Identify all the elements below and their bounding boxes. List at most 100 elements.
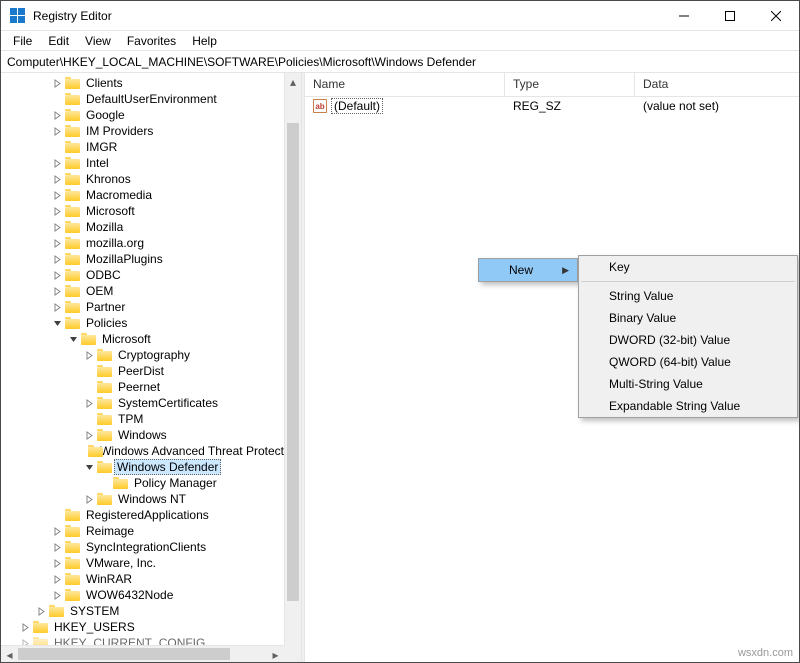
- column-name[interactable]: Name: [305, 73, 505, 96]
- tree-item[interactable]: SystemCertificates: [1, 395, 301, 411]
- tree-item[interactable]: DefaultUserEnvironment: [1, 91, 301, 107]
- expander-spacer: [97, 475, 113, 491]
- tree-item[interactable]: SYSTEM: [1, 603, 301, 619]
- tree-item[interactable]: ODBC: [1, 267, 301, 283]
- chevron-right-icon[interactable]: [17, 619, 33, 635]
- tree-item[interactable]: Google: [1, 107, 301, 123]
- folder-icon: [65, 92, 81, 106]
- tree-scrollbar-h[interactable]: ◂ ▸: [1, 645, 284, 662]
- scroll-up-icon[interactable]: ▴: [285, 73, 301, 90]
- context-sub-string[interactable]: String Value: [579, 285, 797, 307]
- folder-icon: [65, 316, 81, 330]
- chevron-right-icon[interactable]: [33, 603, 49, 619]
- context-sub-expandable[interactable]: Expandable String Value: [579, 395, 797, 417]
- tree-item[interactable]: Macromedia: [1, 187, 301, 203]
- chevron-right-icon[interactable]: [49, 75, 65, 91]
- window-title: Registry Editor: [33, 9, 661, 23]
- chevron-right-icon[interactable]: [49, 107, 65, 123]
- tree-item[interactable]: Clients: [1, 75, 301, 91]
- context-sub-dword[interactable]: DWORD (32-bit) Value: [579, 329, 797, 351]
- folder-icon: [65, 124, 81, 138]
- chevron-right-icon[interactable]: [81, 427, 97, 443]
- tree-item[interactable]: HKEY_USERS: [1, 619, 301, 635]
- context-sub-binary[interactable]: Binary Value: [579, 307, 797, 329]
- tree-item[interactable]: Windows Advanced Threat Protection: [1, 443, 301, 459]
- context-menu[interactable]: New ▶: [478, 258, 578, 282]
- list-row[interactable]: ab (Default) REG_SZ (value not set): [305, 97, 799, 115]
- menu-edit[interactable]: Edit: [40, 32, 77, 50]
- list-pane[interactable]: Name Type Data ab (Default) REG_SZ (valu…: [305, 73, 799, 662]
- tree-item[interactable]: Microsoft: [1, 331, 301, 347]
- context-submenu[interactable]: Key String Value Binary Value DWORD (32-…: [578, 255, 798, 418]
- tree-item[interactable]: Reimage: [1, 523, 301, 539]
- tree-item[interactable]: Partner: [1, 299, 301, 315]
- tree-item[interactable]: VMware, Inc.: [1, 555, 301, 571]
- tree-item[interactable]: Windows: [1, 427, 301, 443]
- chevron-right-icon[interactable]: [49, 171, 65, 187]
- tree-item[interactable]: PeerDist: [1, 363, 301, 379]
- tree-item[interactable]: WinRAR: [1, 571, 301, 587]
- tree-item[interactable]: Peernet: [1, 379, 301, 395]
- chevron-right-icon[interactable]: [49, 283, 65, 299]
- menu-help[interactable]: Help: [184, 32, 225, 50]
- chevron-right-icon[interactable]: [49, 187, 65, 203]
- menu-view[interactable]: View: [77, 32, 119, 50]
- tree-item[interactable]: Policies: [1, 315, 301, 331]
- tree-item[interactable]: RegisteredApplications: [1, 507, 301, 523]
- chevron-right-icon[interactable]: [49, 523, 65, 539]
- tree-item[interactable]: MozillaPlugins: [1, 251, 301, 267]
- menu-favorites[interactable]: Favorites: [119, 32, 184, 50]
- chevron-right-icon[interactable]: [49, 587, 65, 603]
- expander-spacer: [49, 91, 65, 107]
- chevron-right-icon[interactable]: [49, 299, 65, 315]
- tree-item[interactable]: WOW6432Node: [1, 587, 301, 603]
- chevron-right-icon[interactable]: [49, 155, 65, 171]
- context-sub-qword[interactable]: QWORD (64-bit) Value: [579, 351, 797, 373]
- context-new[interactable]: New ▶: [479, 259, 577, 281]
- chevron-right-icon[interactable]: [81, 491, 97, 507]
- tree-item-label: SyncIntegrationClients: [85, 540, 207, 554]
- chevron-right-icon[interactable]: [49, 203, 65, 219]
- tree-item[interactable]: Intel: [1, 155, 301, 171]
- chevron-right-icon[interactable]: [49, 251, 65, 267]
- chevron-right-icon[interactable]: [49, 123, 65, 139]
- chevron-right-icon[interactable]: [49, 235, 65, 251]
- tree-item[interactable]: TPM: [1, 411, 301, 427]
- tree-item[interactable]: IMGR: [1, 139, 301, 155]
- tree-item[interactable]: OEM: [1, 283, 301, 299]
- context-sub-multistring[interactable]: Multi-String Value: [579, 373, 797, 395]
- address-bar[interactable]: Computer\HKEY_LOCAL_MACHINE\SOFTWARE\Pol…: [1, 51, 799, 73]
- menu-file[interactable]: File: [5, 32, 40, 50]
- chevron-right-icon[interactable]: [49, 555, 65, 571]
- chevron-down-icon[interactable]: [81, 459, 97, 475]
- tree-item[interactable]: SyncIntegrationClients: [1, 539, 301, 555]
- tree-scrollbar-v[interactable]: ▴ ▾: [284, 73, 301, 662]
- tree-item[interactable]: mozilla.org: [1, 235, 301, 251]
- tree-item[interactable]: Policy Manager: [1, 475, 301, 491]
- chevron-right-icon[interactable]: [49, 571, 65, 587]
- chevron-down-icon[interactable]: [65, 331, 81, 347]
- chevron-down-icon[interactable]: [49, 315, 65, 331]
- maximize-button[interactable]: [707, 1, 753, 31]
- tree-pane[interactable]: ClientsDefaultUserEnvironmentGoogleIM Pr…: [1, 73, 301, 662]
- folder-icon: [65, 588, 81, 602]
- close-button[interactable]: [753, 1, 799, 31]
- tree-item[interactable]: IM Providers: [1, 123, 301, 139]
- column-type[interactable]: Type: [505, 73, 635, 96]
- context-sub-key[interactable]: Key: [579, 256, 797, 278]
- column-data[interactable]: Data: [635, 73, 799, 96]
- tree-item[interactable]: Khronos: [1, 171, 301, 187]
- chevron-right-icon[interactable]: [49, 219, 65, 235]
- scroll-right-icon[interactable]: ▸: [267, 646, 284, 662]
- tree-item[interactable]: Microsoft: [1, 203, 301, 219]
- minimize-button[interactable]: [661, 1, 707, 31]
- tree-item[interactable]: Mozilla: [1, 219, 301, 235]
- tree-item[interactable]: Windows Defender: [1, 459, 301, 475]
- chevron-right-icon[interactable]: [81, 395, 97, 411]
- tree-item[interactable]: Windows NT: [1, 491, 301, 507]
- scroll-left-icon[interactable]: ◂: [1, 646, 18, 662]
- tree-item[interactable]: Cryptography: [1, 347, 301, 363]
- chevron-right-icon[interactable]: [81, 347, 97, 363]
- chevron-right-icon[interactable]: [49, 539, 65, 555]
- chevron-right-icon[interactable]: [49, 267, 65, 283]
